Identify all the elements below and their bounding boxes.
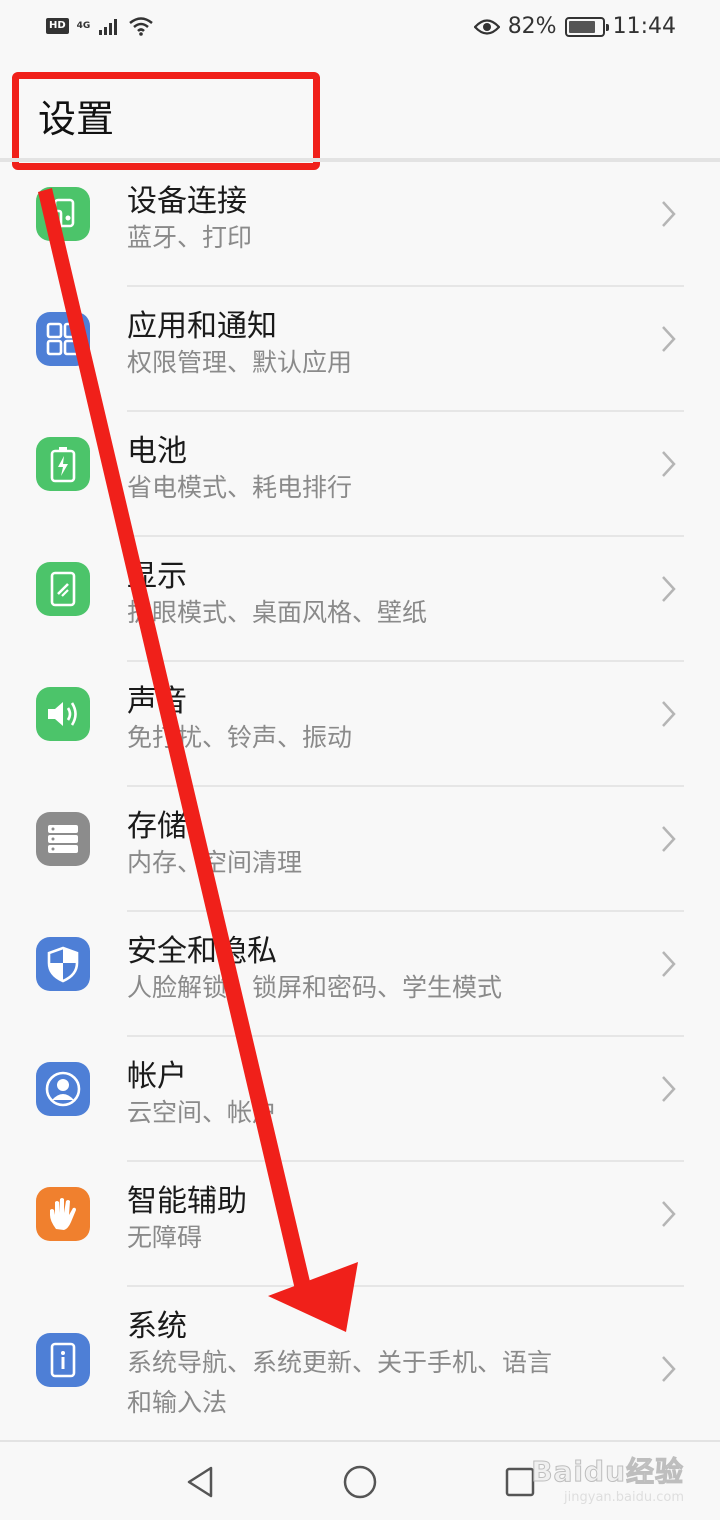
settings-item-subtitle-cont: 和输入法 — [127, 1388, 228, 1417]
settings-item-subtitle: 护眼模式、桌面风格、壁纸 — [127, 598, 428, 627]
settings-item-4[interactable]: 声音免打扰、铃声、振动 — [0, 662, 720, 787]
settings-item-title: 安全和隐私 — [127, 934, 277, 969]
chevron-right-icon — [656, 819, 680, 859]
watermark: Baidu经验 jingyan.baidu.com — [531, 1450, 684, 1506]
settings-item-subtitle: 省电模式、耗电排行 — [127, 473, 353, 502]
settings-item-3[interactable]: 显示护眼模式、桌面风格、壁纸 — [0, 537, 720, 662]
sound-icon — [36, 687, 90, 741]
status-bar: HD 4G 82% 11:44 — [0, 0, 720, 60]
settings-item-subtitle: 无障碍 — [127, 1223, 203, 1252]
settings-item-subtitle: 权限管理、默认应用 — [127, 348, 353, 377]
battery-icon — [36, 437, 90, 491]
settings-item-9[interactable]: 系统系统导航、系统更新、关于手机、语言 和输入法 — [0, 1287, 720, 1432]
status-right: 82% 11:44 — [473, 14, 676, 39]
settings-item-title: 帐户 — [127, 1059, 187, 1094]
device-connect-icon — [36, 187, 90, 241]
settings-item-title: 声音 — [127, 684, 187, 719]
hand-icon — [36, 1187, 90, 1241]
watermark-main: Baidu经验 — [531, 1455, 684, 1489]
chevron-right-icon — [656, 569, 680, 609]
chevron-right-icon — [656, 694, 680, 734]
network-type: 4G — [76, 21, 91, 31]
settings-item-6[interactable]: 安全和隐私人脸解锁、锁屏和密码、学生模式 — [0, 912, 720, 1037]
hd-badge: HD — [46, 18, 69, 34]
settings-item-5[interactable]: 存储 内存、空间清理 — [0, 787, 720, 912]
clock: 11:44 — [612, 14, 676, 39]
settings-item-title: 显示 — [127, 559, 187, 594]
settings-item-2[interactable]: 电池省电模式、耗电排行 — [0, 412, 720, 537]
wifi-icon — [129, 17, 154, 36]
settings-item-title: 智能辅助 — [127, 1184, 247, 1219]
back-button[interactable] — [182, 1464, 218, 1500]
title-highlight-annotation — [12, 72, 320, 170]
system-icon — [36, 1333, 90, 1387]
chevron-right-icon — [656, 194, 680, 234]
shield-icon — [36, 937, 90, 991]
storage-icon — [36, 812, 90, 866]
chevron-right-icon — [656, 1349, 680, 1389]
settings-item-8[interactable]: 智能辅助 无障碍 — [0, 1162, 720, 1287]
settings-item-1[interactable]: 应用和通知权限管理、默认应用 — [0, 287, 720, 412]
home-icon — [343, 1465, 377, 1499]
apps-icon — [36, 312, 90, 366]
settings-item-title: 系统 — [127, 1309, 187, 1344]
status-left: HD 4G — [46, 16, 154, 36]
settings-item-title: 应用和通知 — [127, 309, 277, 344]
display-icon — [36, 562, 90, 616]
account-icon — [36, 1062, 90, 1116]
chevron-right-icon — [656, 1194, 680, 1234]
settings-item-7[interactable]: 帐户 云空间、帐户 — [0, 1037, 720, 1162]
settings-item-subtitle: 云空间、帐户 — [127, 1098, 278, 1127]
battery-level — [568, 20, 595, 33]
chevron-right-icon — [656, 1069, 680, 1109]
settings-item-subtitle: 蓝牙、打印 — [127, 223, 253, 252]
battery-icon — [564, 16, 609, 37]
settings-item-subtitle: 内存、空间清理 — [127, 848, 303, 877]
eye-icon — [473, 18, 500, 35]
chevron-right-icon — [656, 944, 680, 984]
settings-item-subtitle: 人脸解锁、锁屏和密码、学生模式 — [127, 973, 503, 1002]
settings-item-0[interactable]: 设备连接 蓝牙、打印 — [0, 162, 720, 287]
watermark-sub: jingyan.baidu.com — [564, 1490, 684, 1505]
settings-item-title: 存储 — [127, 809, 187, 844]
home-button[interactable] — [342, 1464, 378, 1500]
back-icon — [187, 1466, 213, 1498]
settings-item-title: 电池 — [127, 434, 187, 469]
settings-item-title: 设备连接 — [127, 184, 247, 219]
settings-item-subtitle: 系统导航、系统更新、关于手机、语言 — [127, 1348, 553, 1377]
chevron-right-icon — [656, 319, 680, 359]
settings-item-subtitle: 免打扰、铃声、振动 — [127, 723, 353, 752]
signal-icon — [99, 19, 118, 35]
chevron-right-icon — [656, 444, 680, 484]
battery-percent: 82% — [507, 14, 557, 39]
